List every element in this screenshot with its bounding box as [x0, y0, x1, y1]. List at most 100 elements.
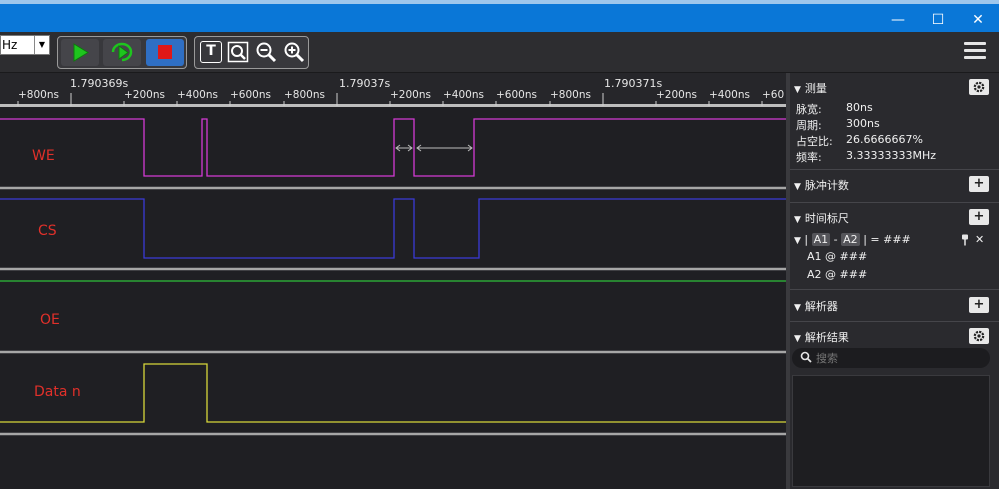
- channel-label-data: Data n: [34, 384, 81, 400]
- triangle-down-icon: ▼: [794, 85, 801, 95]
- waveform-view[interactable]: 1.790369s 1.79037s 1.790371s +800ns +200…: [0, 73, 786, 489]
- measure-settings-button[interactable]: [969, 79, 989, 95]
- gear-icon: [973, 81, 985, 93]
- minor-time-label: +400ns: [443, 89, 484, 101]
- measure-label: 周期:: [796, 119, 822, 132]
- section-divider: [790, 289, 999, 290]
- repeat-icon: [111, 42, 133, 62]
- stop-capture-button[interactable]: [146, 39, 184, 66]
- zoom-out-icon: [256, 42, 277, 63]
- search-icon: [800, 351, 812, 363]
- minor-time-label: +400ns: [709, 89, 750, 101]
- menu-line: [964, 49, 986, 52]
- text-annotation-button[interactable]: T: [200, 41, 222, 63]
- pulse-count-section-header[interactable]: ▼ 脉冲计数: [794, 177, 849, 193]
- zoom-fit-button[interactable]: [227, 41, 249, 63]
- measure-row-duty: 占空比: 26.6666667%: [796, 133, 923, 149]
- zoom-out-button[interactable]: [255, 41, 277, 63]
- minor-time-label: +800ns: [284, 89, 325, 101]
- ruler-dash: -: [833, 233, 838, 246]
- section-divider: [790, 202, 999, 203]
- minor-time-label: +400ns: [177, 89, 218, 101]
- add-analyzer-button[interactable]: +: [969, 297, 989, 313]
- measure-value: 26.6666667%: [846, 133, 923, 146]
- remove-ruler-button[interactable]: ✕: [975, 233, 984, 246]
- title-bar: — ☐ ✕: [0, 0, 999, 32]
- minor-time-label: +200ns: [656, 89, 697, 101]
- app-window: — ☐ ✕ Hz ▼ T 1.790369s 1.79037s 1.790371…: [0, 0, 999, 489]
- ruler-a2-tag[interactable]: A2: [841, 233, 860, 246]
- measure-row-frequency: 频率: 3.33333333MHz: [796, 149, 936, 165]
- add-pulse-count-button[interactable]: +: [969, 176, 989, 192]
- ruler-entry[interactable]: ▼ | A1 - A2 | = ###: [794, 233, 911, 246]
- hamburger-icon[interactable]: [964, 42, 986, 62]
- play-icon: [73, 43, 89, 62]
- minor-time-label: +60: [762, 89, 784, 101]
- time-ruler-section-header[interactable]: ▼ 时间标尺: [794, 210, 849, 226]
- results-section-header[interactable]: ▼ 解析结果: [794, 329, 849, 345]
- section-divider: [790, 321, 999, 322]
- sample-rate-select[interactable]: Hz ▼: [0, 35, 50, 55]
- channel-label-cs: CS: [38, 223, 57, 239]
- cs-waveform: [0, 198, 786, 259]
- channel-label-we: WE: [32, 148, 55, 164]
- major-time-label: 1.790369s: [70, 77, 128, 90]
- minor-time-label: +600ns: [496, 89, 537, 101]
- stop-icon: [158, 45, 172, 59]
- measure-value: 3.33333333MHz: [846, 149, 937, 162]
- triangle-down-icon: ▼: [794, 334, 801, 344]
- zoom-in-button[interactable]: [283, 41, 305, 63]
- capture-controls: [57, 36, 187, 69]
- minor-time-label: +200ns: [124, 89, 165, 101]
- plus-icon: +: [973, 297, 985, 312]
- measure-value: 300ns: [846, 117, 880, 130]
- side-panel: ▼ 测量 脉宽: 80ns 周期: 300ns 占空比: 26.6666667% …: [790, 73, 999, 489]
- start-capture-button[interactable]: [61, 39, 99, 66]
- chevron-down-icon[interactable]: ▼: [34, 36, 49, 54]
- measure-label: 频率:: [796, 151, 822, 164]
- triangle-down-icon: ▼: [794, 236, 801, 246]
- major-time-label: 1.790371s: [604, 77, 662, 90]
- results-list[interactable]: [792, 375, 990, 487]
- triangle-down-icon: ▼: [794, 303, 801, 313]
- measure-label: 占空比:: [796, 135, 833, 148]
- minor-time-label: +600ns: [230, 89, 271, 101]
- toolbar: Hz ▼ T: [0, 32, 999, 73]
- search-input[interactable]: [816, 350, 976, 366]
- minor-time-label: +800ns: [550, 89, 591, 101]
- gear-icon: [973, 330, 985, 342]
- ruler-pipe: |: [804, 233, 809, 246]
- analyzer-title: 解析器: [804, 300, 838, 313]
- measure-value: 80ns: [846, 101, 873, 114]
- measure-label: 脉宽:: [796, 103, 822, 116]
- measure-row-period: 周期: 300ns: [796, 117, 880, 133]
- sample-rate-value: Hz: [2, 38, 18, 52]
- minor-time-label: +200ns: [390, 89, 431, 101]
- ruler-a1-position: A1 @ ###: [807, 250, 868, 263]
- pin-icon[interactable]: [960, 234, 970, 246]
- repeat-capture-button[interactable]: [103, 39, 141, 66]
- pulse-count-title: 脉冲计数: [804, 179, 849, 192]
- analyzer-section-header[interactable]: ▼ 解析器: [794, 298, 838, 314]
- measure-arrows: [395, 144, 473, 152]
- add-time-ruler-button[interactable]: +: [969, 209, 989, 225]
- measure-title: 测量: [804, 82, 827, 95]
- results-search[interactable]: [792, 348, 990, 368]
- results-title: 解析结果: [804, 331, 849, 344]
- view-tools: T: [194, 36, 309, 69]
- ruler-a2-position: A2 @ ###: [807, 268, 868, 281]
- text-tool-icon: T: [206, 43, 216, 59]
- we-waveform: [0, 118, 786, 177]
- close-window-button[interactable]: ✕: [958, 8, 998, 32]
- data-waveform: [0, 363, 786, 423]
- time-ruler-title: 时间标尺: [804, 212, 849, 225]
- maximize-button[interactable]: ☐: [918, 8, 958, 32]
- menu-line: [964, 42, 986, 45]
- ruler-a1-tag[interactable]: A1: [811, 233, 831, 246]
- section-divider: [790, 169, 999, 170]
- results-settings-button[interactable]: [969, 328, 989, 344]
- plus-icon: +: [973, 176, 985, 191]
- measure-section-header[interactable]: ▼ 测量: [794, 80, 827, 96]
- channel-label-oe: OE: [40, 312, 60, 328]
- minimize-button[interactable]: —: [878, 8, 918, 32]
